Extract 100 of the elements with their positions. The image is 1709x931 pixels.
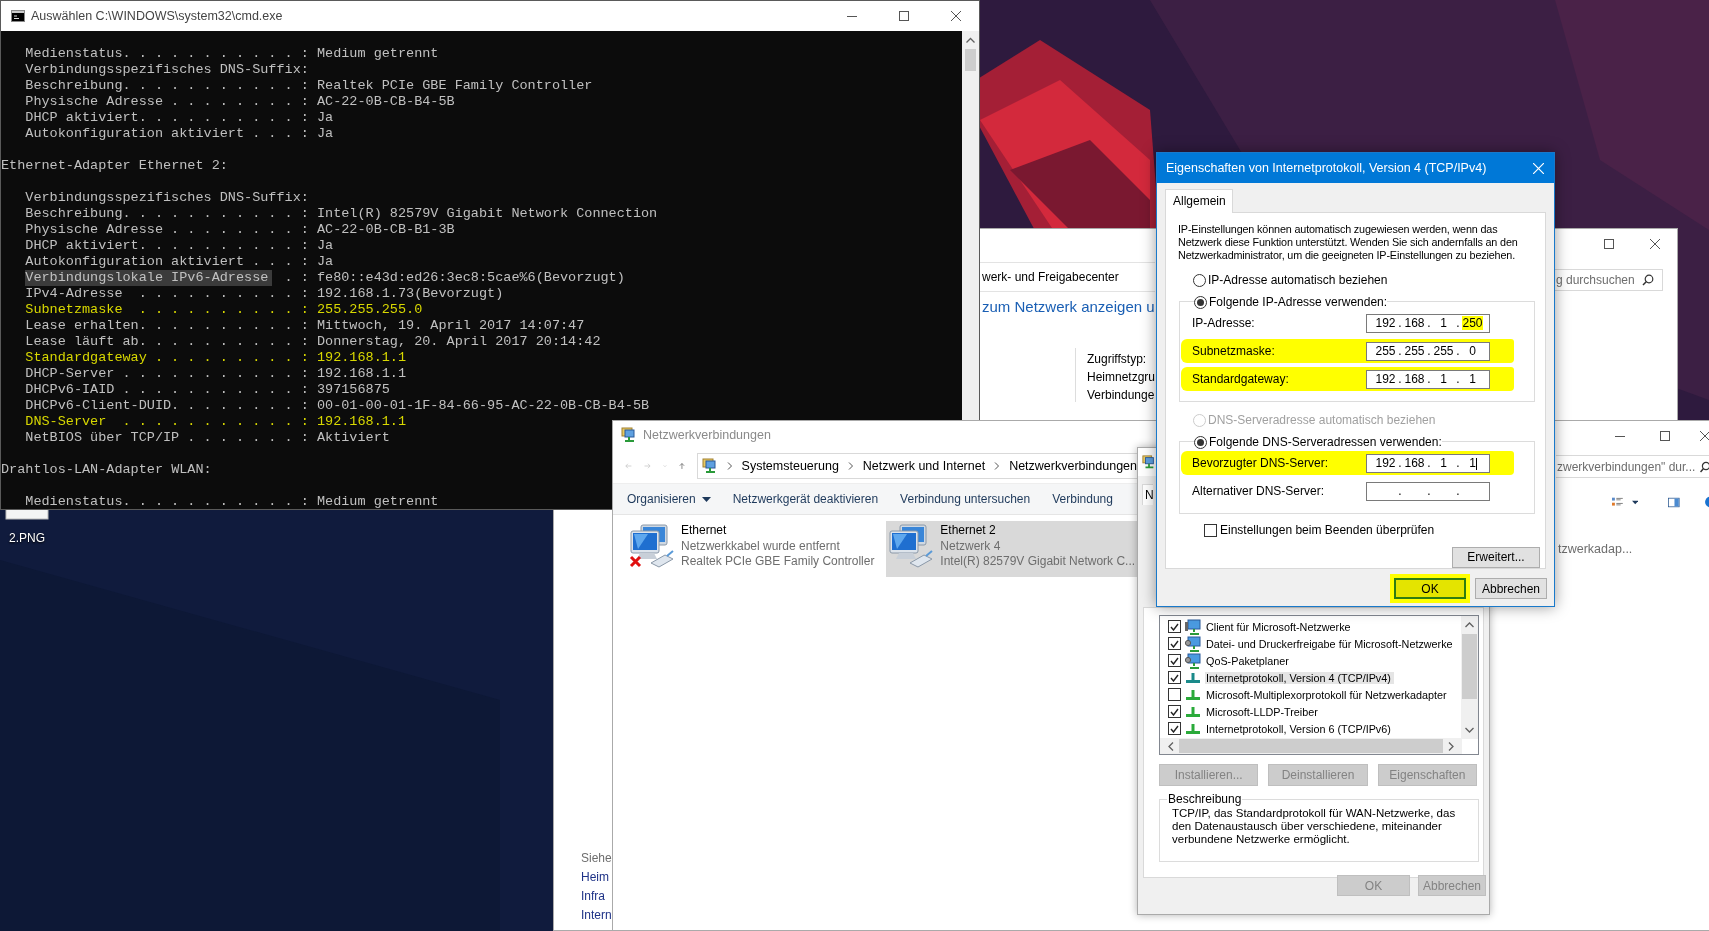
search-field[interactable]: zwerkverbindungen" dur... — [1556, 455, 1709, 478]
console-line: Standardgateway . . . . . . . . . : 192.168.1.1 — [24, 350, 407, 366]
scroll-left-icon[interactable] — [1168, 741, 1174, 751]
adapter-name: Ethernet 2 — [940, 523, 997, 539]
adapter-item[interactable]: Ethernet Netzwerkkabel wurde entfernt Realtek PCIe GBE Family Controller — [627, 521, 877, 577]
radio-button[interactable]: Folgende DNS-Serveradressen verwenden: — [1194, 435, 1442, 449]
link[interactable]: Intern — [581, 908, 612, 922]
scrollbar[interactable] — [1461, 616, 1478, 739]
console-line: Lease erhalten. . . . . . . . . . : Mittwoch, 19. April 2017 14:07:47 — [24, 318, 585, 334]
close-icon[interactable] — [1700, 431, 1709, 441]
adapter-status: Netzwerkkabel wurde entfernt — [681, 538, 841, 554]
console-line: DHCP aktiviert. . . . . . . . . . : Ja — [24, 238, 334, 254]
search-icon[interactable] — [1700, 460, 1709, 473]
service-icon — [1185, 652, 1201, 669]
link[interactable]: Infra — [581, 889, 612, 903]
maximize-icon[interactable] — [1604, 239, 1614, 249]
preview-pane-icon[interactable] — [1668, 495, 1680, 509]
console-line: Autokonfiguration aktiviert . . . : Ja — [24, 254, 334, 270]
search-field[interactable]: g durchsuchen — [1555, 269, 1663, 291]
console-line: Subnetzmaske . . . . . . . . . . : 255.255.255.0 — [24, 302, 423, 318]
dialog-button[interactable]: Abbrechen — [1475, 578, 1547, 599]
ip-address-field[interactable]: 192 . 168 . 1 . 1 — [1366, 369, 1490, 389]
scroll-up-icon[interactable] — [966, 37, 975, 43]
help-icon[interactable] — [1703, 494, 1709, 510]
list-item[interactable]: QoS-Paketplaner — [1205, 654, 1292, 667]
toolbar-button[interactable]: Organisieren — [627, 492, 711, 506]
search-icon[interactable] — [1642, 274, 1654, 286]
scrollbar[interactable] — [1160, 738, 1462, 754]
view-options-icon[interactable] — [1612, 495, 1624, 509]
checkbox[interactable] — [1168, 671, 1181, 684]
checkbox[interactable] — [1168, 705, 1181, 718]
group-label: Beschreibung — [1167, 792, 1243, 806]
console-line: Drahtlos-LAN-Adapter WLAN: — [1, 462, 212, 478]
close-icon[interactable] — [951, 11, 961, 21]
adapter-item[interactable]: Ethernet 2 Netzwerk 4 Intel(R) 82579V Gigabit Network C... — [886, 521, 1137, 577]
checkbox[interactable] — [1168, 637, 1181, 650]
page-heading: zum Netzwerk anzeigen u — [981, 298, 1155, 315]
checkbox[interactable] — [1168, 620, 1181, 633]
intro-text: IP-Einstellungen können automatisch zugewiesen werden, wenn das Netzwerk diese Funktion unterstützt. Wenden Sie sich andernfalls an den Netzwerkadministrator, um die geeigneten IP-Einstellungen zu beziehen. — [1178, 223, 1519, 262]
scroll-up-icon[interactable] — [1465, 622, 1474, 628]
breadcrumb-item[interactable]: Netzwerkverbindungen — [1009, 459, 1137, 473]
advanced-button[interactable]: Erweitert... — [1452, 546, 1540, 568]
console-line: NetBIOS über TCP/IP . . . . . . . : Aktiviert — [24, 430, 390, 446]
adapter-description: tzwerkadap... — [1557, 542, 1634, 556]
link[interactable]: Heim — [581, 870, 612, 884]
adapter-device: Realtek PCIe GBE Family Controller — [681, 554, 875, 570]
console-line: Autokonfiguration aktiviert . . . : Ja — [24, 126, 334, 142]
list-item[interactable]: Datei- und Druckerfreigabe für Microsoft-Netzwerke — [1205, 637, 1456, 650]
address-bar[interactable]: Systemsteuerung Netzwerk und Internet Netzwerkverbindungen — [696, 453, 1137, 479]
ip-address-field[interactable]: 192 . 168 . 1 . 1 — [1366, 453, 1490, 473]
tab[interactable]: Allgemein — [1165, 189, 1233, 213]
radio-button[interactable]: IP-Adresse automatisch beziehen — [1193, 273, 1388, 287]
list-item[interactable]: Internetprotokoll, Version 6 (TCP/IPv6) — [1205, 722, 1394, 735]
console-line: Beschreibung. . . . . . . . . . . : Intel(R) 82579V Gigabit Network Connection — [24, 206, 658, 222]
list-item[interactable]: Microsoft-Multiplexorprotokoll für Netzwerkadapter — [1205, 688, 1450, 701]
checkbox[interactable]: Einstellungen beim Beenden überprüfen — [1204, 523, 1435, 537]
list-item[interactable]: Microsoft-LLDP-Treiber — [1205, 705, 1321, 718]
info-label: Heimnetzgru — [1087, 370, 1155, 384]
console-line: Medienstatus. . . . . . . . . . . : Medium getrennt — [24, 494, 439, 509]
breadcrumb-item[interactable]: Systemsteuerung — [741, 459, 839, 473]
maximize-icon[interactable] — [1659, 431, 1670, 441]
toolbar-button[interactable]: Verbindung untersuchen — [900, 492, 1031, 506]
file-label[interactable]: 2.PNG — [9, 531, 45, 545]
caret-icon[interactable] — [1631, 499, 1638, 505]
section-heading: Siehe — [581, 851, 612, 865]
ip-address-field[interactable]: 192 . 168 . 1 . 250 — [1366, 313, 1490, 333]
breadcrumb-item[interactable]: werk- und Freigabecenter — [982, 270, 1119, 284]
maximize-icon[interactable] — [899, 11, 909, 21]
console-line: IPv4-Adresse . . . . . . . . . . : 192.168.1.73(Bevorzugt) — [24, 286, 504, 302]
close-icon[interactable] — [1650, 239, 1660, 249]
protocol-icon — [1186, 723, 1200, 734]
info-label: Zugriffstyp: — [1087, 352, 1148, 366]
ip-address-field[interactable]: 255 . 255 . 255 . 0 — [1366, 341, 1490, 361]
list-item[interactable]: Internetprotokoll, Version 4 (TCP/IPv4) — [1205, 671, 1394, 684]
scrollbar-thumb[interactable] — [965, 49, 976, 71]
console-line: Medienstatus. . . . . . . . . . . : Medium getrennt — [24, 46, 439, 62]
checkbox[interactable] — [1168, 654, 1181, 667]
console-line: DHCP aktiviert. . . . . . . . . . : Ja — [24, 110, 334, 126]
scroll-right-icon[interactable] — [1448, 741, 1454, 751]
protocol-icon — [1186, 672, 1200, 683]
list-item[interactable]: Client für Microsoft-Netzwerke — [1205, 620, 1354, 633]
description-text: TCP/IP, das Standardprotokoll für WAN-Netzwerke, das den Datenaustausch über verschiedene, miteinander verbundene Netzwerke ermöglicht. — [1172, 807, 1457, 846]
caret-icon — [701, 496, 711, 502]
ip-address-field[interactable]: . . . — [1366, 481, 1490, 501]
breadcrumb-item[interactable]: Netzwerk und Internet — [862, 459, 986, 473]
scroll-down-icon[interactable] — [1465, 727, 1474, 733]
toolbar-button[interactable]: Verbindung — [1052, 492, 1113, 506]
checkbox[interactable] — [1168, 722, 1181, 735]
console-line: DNS-Server . . . . . . . . . . . : 192.168.1.1 — [24, 414, 407, 430]
service-icon — [1185, 635, 1201, 652]
scrollbar-thumb[interactable] — [1179, 739, 1443, 753]
protocol-icon — [1186, 706, 1200, 717]
scrollbar[interactable] — [962, 31, 979, 421]
tab[interactable]: N — [1142, 484, 1153, 505]
radio-button[interactable]: Folgende IP-Adresse verwenden: — [1194, 295, 1388, 309]
checkbox[interactable] — [1168, 688, 1181, 701]
adapter-device: Intel(R) 82579V Gigabit Network C... — [940, 554, 1136, 570]
scrollbar-thumb[interactable] — [1462, 634, 1477, 699]
toolbar-button[interactable]: Netzwerkgerät deaktivieren — [732, 492, 879, 506]
console-line: Verbindungsspezifisches DNS-Suffix: — [24, 62, 309, 78]
